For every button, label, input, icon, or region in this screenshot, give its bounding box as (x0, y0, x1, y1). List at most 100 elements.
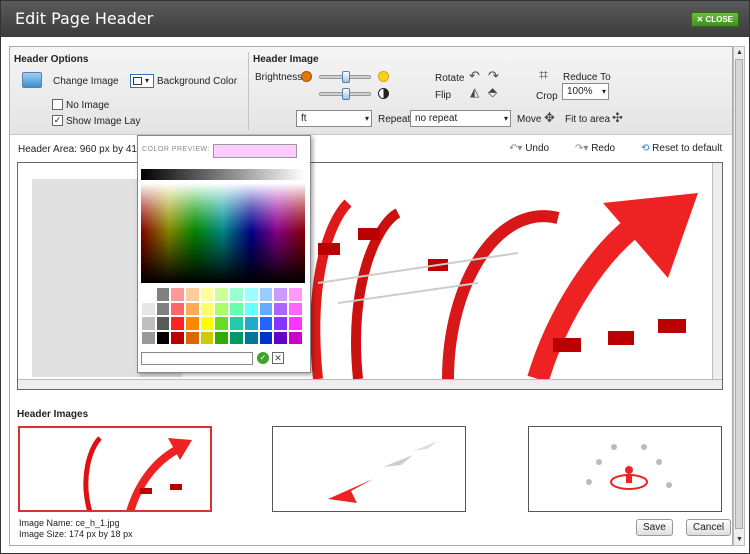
color-swatch[interactable] (155, 301, 171, 316)
color-swatch[interactable] (170, 330, 186, 345)
cancel-color-icon[interactable]: ✕ (272, 352, 284, 364)
repeat-select[interactable]: no repeat ▾ (410, 110, 511, 127)
close-button[interactable]: ✕ CLOSE (690, 12, 739, 27)
color-swatch[interactable] (185, 301, 200, 316)
rotate-label: Rotate (435, 73, 465, 84)
header-image-thumbnail-2[interactable] (272, 426, 466, 512)
color-swatch[interactable] (214, 316, 230, 331)
thumbnail-red-arrows-image (83, 436, 192, 510)
color-picker-popup: COLOR PREVIEW: ✓ ✕ (137, 135, 311, 373)
contrast-slider-knob[interactable] (342, 88, 350, 100)
contrast-icon[interactable] (378, 88, 389, 99)
grayscale-bar[interactable] (141, 169, 305, 180)
color-swatch[interactable] (214, 301, 230, 316)
color-swatch[interactable] (258, 330, 274, 345)
color-swatch[interactable] (214, 330, 230, 345)
scroll-up-icon[interactable]: ▲ (735, 48, 744, 57)
color-swatch[interactable] (258, 287, 274, 302)
flip-label: Flip (435, 90, 452, 101)
reduce-to-select[interactable]: 100% ▾ (562, 83, 609, 100)
color-swatch[interactable] (155, 330, 171, 345)
color-swatch[interactable] (185, 287, 200, 302)
checkmark-icon: ✓ (53, 115, 62, 125)
color-swatch[interactable] (155, 287, 171, 302)
change-image-link[interactable]: Change Image (53, 76, 119, 87)
undo-button[interactable]: ↶▾ Undo (504, 141, 554, 159)
save-button[interactable]: Save (636, 519, 673, 536)
brightness-slider-knob[interactable] (342, 71, 350, 83)
color-swatch[interactable] (199, 301, 215, 316)
position-select[interactable]: ft ▾ (296, 110, 372, 127)
color-swatch[interactable] (199, 316, 215, 331)
show-image-layer-label: Show Image Lay (66, 116, 141, 127)
redo-button[interactable]: ↷▾ Redo (570, 141, 620, 159)
rotate-left-icon[interactable]: ↶ (469, 68, 480, 84)
color-swatch[interactable] (243, 287, 259, 302)
color-swatch[interactable] (287, 287, 303, 302)
no-image-checkbox[interactable] (52, 99, 63, 110)
brightness-decrease-icon[interactable] (301, 71, 312, 82)
color-swatch[interactable] (185, 316, 200, 331)
cancel-button[interactable]: Cancel (686, 519, 732, 536)
scrollbar-thumb[interactable] (735, 59, 743, 529)
show-image-layer-checkbox[interactable]: ✓ (52, 115, 63, 126)
brightness-increase-icon[interactable] (378, 71, 389, 82)
color-swatch[interactable] (199, 330, 215, 345)
fit-to-area-icon[interactable]: ✣ (612, 110, 623, 126)
crop-icon[interactable]: ⌗ (539, 67, 548, 85)
header-image-thumbnail-1[interactable] (18, 426, 212, 512)
color-swatch[interactable] (229, 330, 244, 345)
color-swatch[interactable] (243, 330, 259, 345)
color-swatch[interactable] (214, 287, 230, 302)
reset-to-default-button[interactable]: ⟲ Reset to default (636, 141, 727, 159)
background-color-label: Background Color (157, 76, 238, 87)
rotate-right-icon[interactable]: ↷ (488, 68, 499, 84)
color-swatch[interactable] (229, 287, 244, 302)
dialog-vertical-scrollbar[interactable]: ▲ ▼ (733, 46, 745, 546)
contrast-slider[interactable] (319, 88, 371, 100)
color-swatch[interactable] (141, 301, 156, 316)
color-swatch[interactable] (155, 316, 171, 331)
color-swatch[interactable] (243, 301, 259, 316)
color-swatch[interactable] (273, 330, 288, 345)
position-value: ft (301, 113, 307, 124)
color-swatch[interactable] (170, 316, 186, 331)
color-spectrum[interactable] (141, 183, 305, 283)
confirm-color-icon[interactable]: ✓ (257, 352, 269, 364)
color-swatch[interactable] (258, 301, 274, 316)
color-swatch[interactable] (141, 316, 156, 331)
flip-vertical-icon[interactable]: ⬘ (488, 85, 497, 99)
color-hex-input[interactable] (141, 352, 253, 365)
color-swatch[interactable] (287, 316, 303, 331)
edit-page-header-dialog: Edit Page Header ✕ CLOSE Header Options … (0, 0, 750, 554)
color-swatch[interactable] (287, 301, 303, 316)
color-swatch[interactable] (273, 301, 288, 316)
brightness-slider[interactable] (319, 71, 371, 83)
color-swatch[interactable] (141, 287, 156, 302)
header-image-thumbnail-3[interactable] (528, 426, 722, 512)
color-swatch[interactable] (170, 287, 186, 302)
change-image-icon[interactable] (22, 72, 42, 88)
color-swatch[interactable] (287, 330, 303, 345)
preview-horizontal-scrollbar[interactable] (18, 379, 722, 389)
flip-horizontal-icon[interactable]: ◭ (470, 85, 479, 99)
color-swatch[interactable] (229, 316, 244, 331)
color-swatch[interactable] (185, 330, 200, 345)
color-swatch[interactable] (170, 301, 186, 316)
preview-vertical-scrollbar[interactable] (712, 163, 722, 379)
undo-label: Undo (525, 143, 550, 154)
reset-icon: ⟲ (641, 143, 653, 154)
color-swatch[interactable] (273, 287, 288, 302)
scroll-down-icon[interactable]: ▼ (735, 535, 744, 544)
move-icon[interactable]: ✥ (544, 110, 555, 126)
redo-icon: ↷▾ (575, 143, 592, 154)
color-swatch[interactable] (229, 301, 244, 316)
color-swatch[interactable] (141, 330, 156, 345)
reduce-to-value: 100% (567, 86, 593, 97)
color-swatch[interactable] (199, 287, 215, 302)
fit-to-area-label: Fit to area (565, 114, 611, 125)
background-color-swatch-button[interactable]: ▾ (130, 74, 154, 88)
color-swatch[interactable] (243, 316, 259, 331)
color-swatch[interactable] (258, 316, 274, 331)
color-swatch[interactable] (273, 316, 288, 331)
